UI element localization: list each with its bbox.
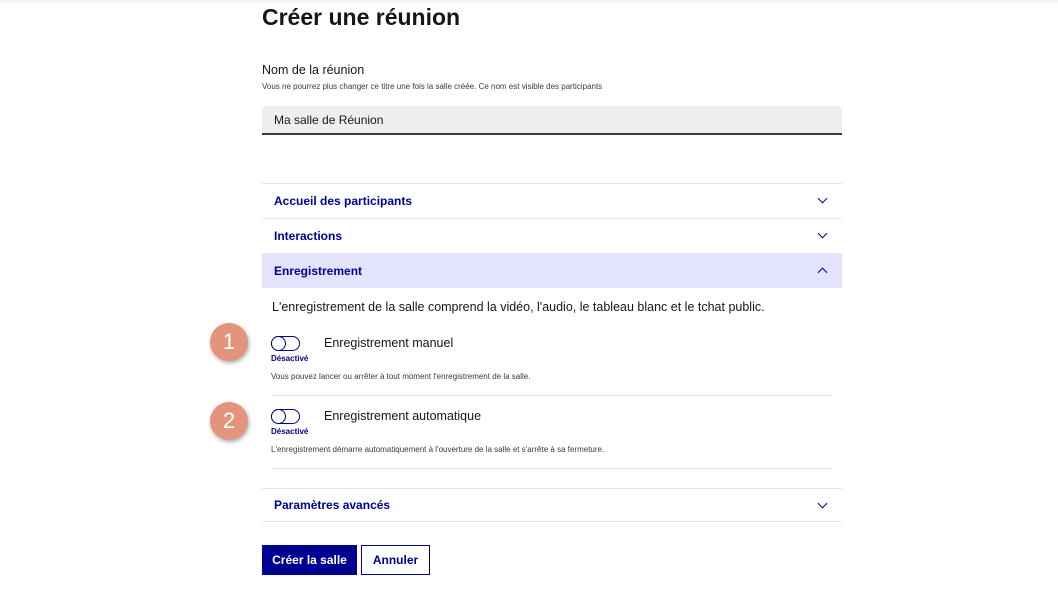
top-border xyxy=(0,0,1058,3)
accordion-welcome-label: Accueil des participants xyxy=(274,193,413,208)
manual-recording-toggle[interactable] xyxy=(270,335,300,351)
accordion-welcome[interactable]: Accueil des participants xyxy=(262,183,842,217)
divider xyxy=(271,468,833,469)
accordion-recording[interactable]: Enregistrement xyxy=(262,253,842,288)
chevron-down-icon xyxy=(817,193,828,204)
chevron-down-icon xyxy=(817,498,828,508)
automatic-recording-toggle[interactable] xyxy=(270,408,300,424)
recording-intro-text: L'enregistrement de la salle comprend la… xyxy=(272,300,765,314)
toggle-knob xyxy=(270,408,286,424)
manual-recording-description: Vous pouvez lancer ou arrêter à tout mom… xyxy=(271,372,531,381)
automatic-recording-title: Enregistrement automatique xyxy=(324,409,482,423)
automatic-recording-description: L'enregistrement démarre automatiquement… xyxy=(271,445,605,454)
create-room-button[interactable]: Créer la salle xyxy=(262,545,357,575)
chevron-up-icon xyxy=(817,267,828,277)
callout-badge-1: 1 xyxy=(210,323,248,361)
meeting-name-hint: Vous ne pourrez plus changer ce titre un… xyxy=(262,82,603,91)
accordion-advanced-label: Paramètres avancés xyxy=(274,498,391,512)
manual-recording-title: Enregistrement manuel xyxy=(324,336,454,350)
toggle-knob xyxy=(270,335,286,351)
accordion-interactions-label: Interactions xyxy=(274,228,343,243)
chevron-down-icon xyxy=(817,228,828,239)
callout-badge-2: 2 xyxy=(210,402,248,440)
cancel-button[interactable]: Annuler xyxy=(361,545,430,575)
automatic-recording-state: Désactivé xyxy=(271,427,309,436)
accordion-interactions[interactable]: Interactions xyxy=(262,218,842,252)
accordion-advanced[interactable]: Paramètres avancés xyxy=(262,488,842,522)
divider xyxy=(271,395,833,396)
page-title: Créer une réunion xyxy=(262,4,461,30)
accordion-recording-label: Enregistrement xyxy=(274,263,363,278)
meeting-name-input[interactable] xyxy=(262,106,842,135)
meeting-name-label: Nom de la réunion xyxy=(262,63,365,77)
manual-recording-state: Désactivé xyxy=(271,354,309,363)
